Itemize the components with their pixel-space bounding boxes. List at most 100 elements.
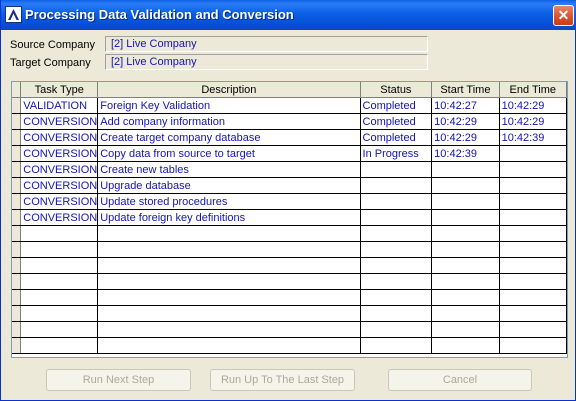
- cell-description[interactable]: Update foreign key definitions: [97, 209, 361, 226]
- cell-description[interactable]: Add company information: [97, 113, 361, 130]
- cell-end-time[interactable]: [499, 145, 567, 162]
- row-indicator[interactable]: [12, 145, 22, 162]
- cell-description[interactable]: Upgrade database: [97, 177, 361, 194]
- cell-status[interactable]: Completed: [360, 97, 433, 114]
- cell-status[interactable]: [360, 289, 433, 306]
- cell-status[interactable]: [360, 337, 433, 354]
- table-row[interactable]: [12, 289, 567, 306]
- cell-description[interactable]: [97, 257, 361, 274]
- cancel-button[interactable]: Cancel: [388, 369, 532, 391]
- row-indicator[interactable]: [12, 225, 22, 242]
- cell-description[interactable]: Update stored procedures: [97, 193, 361, 210]
- row-indicator[interactable]: [12, 241, 22, 258]
- cell-start-time[interactable]: [431, 321, 500, 338]
- cell-task-type[interactable]: [20, 289, 99, 306]
- cell-task-type[interactable]: CONVERSION: [20, 161, 99, 178]
- cell-description[interactable]: Foreign Key Validation: [97, 97, 361, 114]
- cell-end-time[interactable]: [499, 225, 567, 242]
- cell-start-time[interactable]: 10:42:39: [431, 145, 500, 162]
- row-indicator[interactable]: [12, 177, 22, 194]
- cell-status[interactable]: Completed: [360, 113, 433, 130]
- cell-task-type[interactable]: [20, 273, 99, 290]
- cell-end-time[interactable]: [499, 257, 567, 274]
- table-row[interactable]: CONVERSION Update foreign key definitions: [12, 209, 567, 226]
- cell-start-time[interactable]: [431, 241, 500, 258]
- row-indicator[interactable]: [12, 321, 22, 338]
- row-indicator[interactable]: [12, 129, 22, 146]
- cell-status[interactable]: [360, 209, 433, 226]
- table-row[interactable]: [12, 257, 567, 274]
- row-indicator[interactable]: [12, 161, 22, 178]
- run-up-to-last-step-button[interactable]: Run Up To The Last Step: [210, 369, 355, 391]
- cell-start-time[interactable]: [431, 209, 500, 226]
- column-header-task-type[interactable]: Task Type: [20, 82, 99, 98]
- cell-description[interactable]: [97, 225, 361, 242]
- cell-end-time[interactable]: 10:42:29: [499, 97, 567, 114]
- cell-end-time[interactable]: [499, 209, 567, 226]
- run-next-step-button[interactable]: Run Next Step: [46, 369, 191, 391]
- table-row[interactable]: [12, 241, 567, 258]
- row-indicator[interactable]: [12, 97, 22, 114]
- cell-description[interactable]: Copy data from source to target: [97, 145, 361, 162]
- cell-start-time[interactable]: [431, 225, 500, 242]
- row-indicator[interactable]: [12, 113, 22, 130]
- table-row[interactable]: [12, 273, 567, 290]
- column-header-status[interactable]: Status: [360, 82, 433, 98]
- row-indicator[interactable]: [12, 209, 22, 226]
- cell-status[interactable]: Completed: [360, 129, 433, 146]
- cell-task-type[interactable]: CONVERSION: [20, 177, 99, 194]
- cell-task-type[interactable]: [20, 225, 99, 242]
- table-row[interactable]: CONVERSION Add company information Complet…: [12, 113, 567, 130]
- cell-start-time[interactable]: [431, 337, 500, 354]
- table-row[interactable]: [12, 305, 567, 322]
- cell-description[interactable]: [97, 305, 361, 322]
- column-header-description[interactable]: Description: [97, 82, 361, 98]
- row-indicator[interactable]: [12, 273, 22, 290]
- cell-task-type[interactable]: [20, 241, 99, 258]
- cell-start-time[interactable]: [431, 305, 500, 322]
- cell-end-time[interactable]: [499, 305, 567, 322]
- cell-status[interactable]: In Progress: [360, 145, 433, 162]
- row-indicator[interactable]: [12, 257, 22, 274]
- cell-description[interactable]: Create target company database: [97, 129, 361, 146]
- cell-description[interactable]: [97, 241, 361, 258]
- cell-end-time[interactable]: [499, 241, 567, 258]
- cell-task-type[interactable]: [20, 337, 99, 354]
- cell-start-time[interactable]: 10:42:27: [431, 97, 500, 114]
- task-grid[interactable]: Task Type Description Status Start Time End …: [11, 81, 568, 358]
- cell-task-type[interactable]: VALIDATION: [20, 97, 99, 114]
- row-indicator[interactable]: [12, 337, 22, 354]
- cell-task-type[interactable]: [20, 305, 99, 322]
- cell-end-time[interactable]: [499, 289, 567, 306]
- row-indicator[interactable]: [12, 193, 22, 210]
- cell-start-time[interactable]: [431, 273, 500, 290]
- table-row[interactable]: CONVERSION Create target company database…: [12, 129, 567, 146]
- column-header-end-time[interactable]: End Time: [499, 82, 567, 98]
- cell-description[interactable]: [97, 273, 361, 290]
- cell-end-time[interactable]: 10:42:39: [499, 129, 567, 146]
- cell-task-type[interactable]: [20, 321, 99, 338]
- cell-task-type[interactable]: CONVERSION: [20, 113, 99, 130]
- cell-task-type[interactable]: CONVERSION: [20, 129, 99, 146]
- row-indicator[interactable]: [12, 289, 22, 306]
- cell-description[interactable]: [97, 321, 361, 338]
- cell-status[interactable]: [360, 321, 433, 338]
- cell-status[interactable]: [360, 305, 433, 322]
- cell-status[interactable]: [360, 193, 433, 210]
- table-row[interactable]: CONVERSION Copy data from source to targe…: [12, 145, 567, 162]
- cell-end-time[interactable]: [499, 161, 567, 178]
- cell-start-time[interactable]: [431, 177, 500, 194]
- cell-end-time[interactable]: [499, 337, 567, 354]
- cell-end-time[interactable]: [499, 321, 567, 338]
- cell-status[interactable]: [360, 161, 433, 178]
- table-row[interactable]: [12, 225, 567, 242]
- cell-task-type[interactable]: CONVERSION: [20, 193, 99, 210]
- cell-status[interactable]: [360, 273, 433, 290]
- table-row[interactable]: [12, 321, 567, 338]
- table-row[interactable]: VALIDATION Foreign Key Validation Complete…: [12, 97, 567, 114]
- cell-start-time[interactable]: 10:42:29: [431, 129, 500, 146]
- cell-task-type[interactable]: [20, 257, 99, 274]
- title-bar[interactable]: Processing Data Validation and Conversio…: [1, 0, 576, 30]
- cell-description[interactable]: [97, 289, 361, 306]
- cell-description[interactable]: Create new tables: [97, 161, 361, 178]
